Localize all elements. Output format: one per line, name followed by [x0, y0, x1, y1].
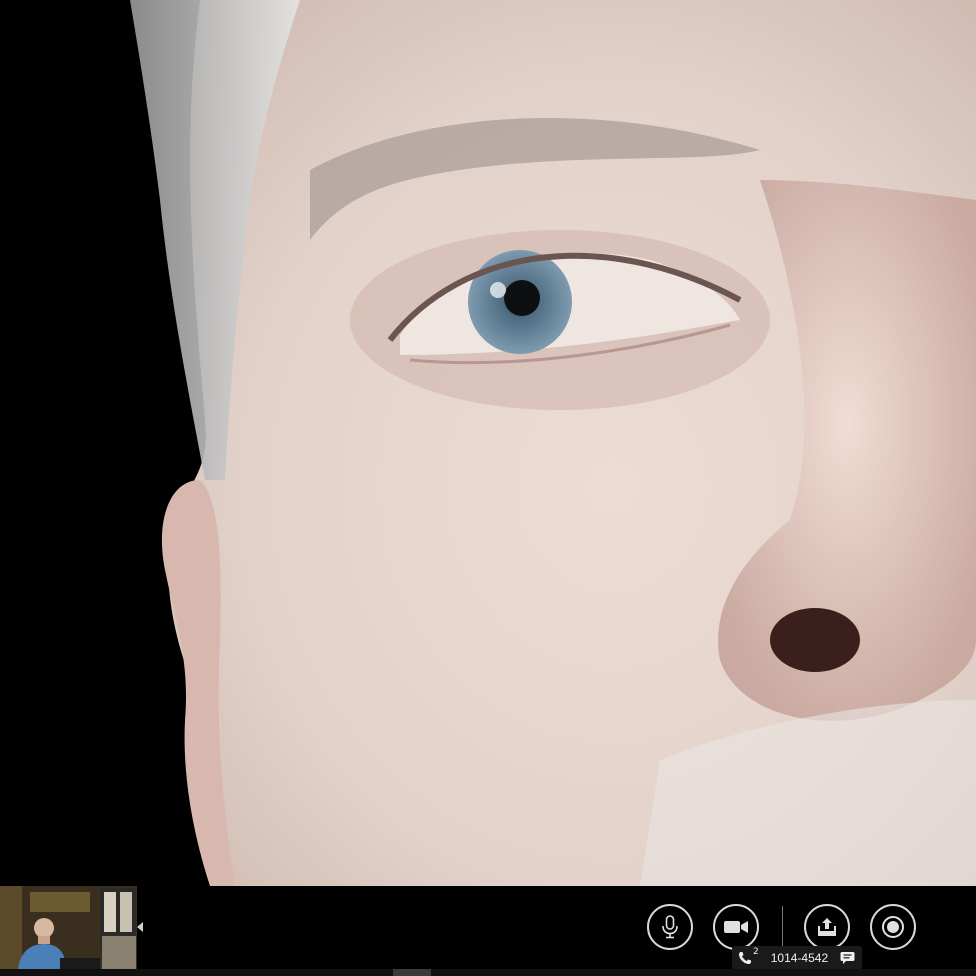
- record-button[interactable]: [870, 904, 916, 950]
- horizontal-scrollbar[interactable]: [0, 969, 976, 976]
- chat-bubble-icon: [840, 952, 855, 964]
- participant-count: 2: [753, 947, 759, 957]
- record-icon: [882, 916, 904, 938]
- video-camera-icon: [724, 921, 748, 933]
- mute-microphone-button[interactable]: [647, 904, 693, 950]
- chat-button[interactable]: [840, 951, 855, 965]
- meeting-info-pill[interactable]: 2 1014-4542: [732, 946, 862, 970]
- share-content-button[interactable]: [804, 904, 850, 950]
- video-call-window: 2 1014-4542: [0, 0, 976, 976]
- toolbar-divider: [782, 906, 783, 946]
- phone-participants[interactable]: 2: [738, 947, 759, 965]
- main-video-feed: [0, 0, 976, 886]
- remote-participant-video: [0, 0, 976, 886]
- scrollbar-thumb[interactable]: [393, 969, 431, 976]
- chevron-left-icon[interactable]: [137, 922, 143, 932]
- share-upload-icon: [818, 918, 836, 936]
- toggle-video-button[interactable]: [713, 904, 759, 950]
- phone-icon: [739, 952, 751, 964]
- self-view-preview[interactable]: [0, 886, 137, 970]
- self-video-thumbnail: [0, 886, 137, 970]
- call-control-bar: 2 1014-4542: [0, 886, 976, 976]
- meeting-id: 1014-4542: [770, 951, 829, 965]
- microphone-icon: [662, 915, 678, 939]
